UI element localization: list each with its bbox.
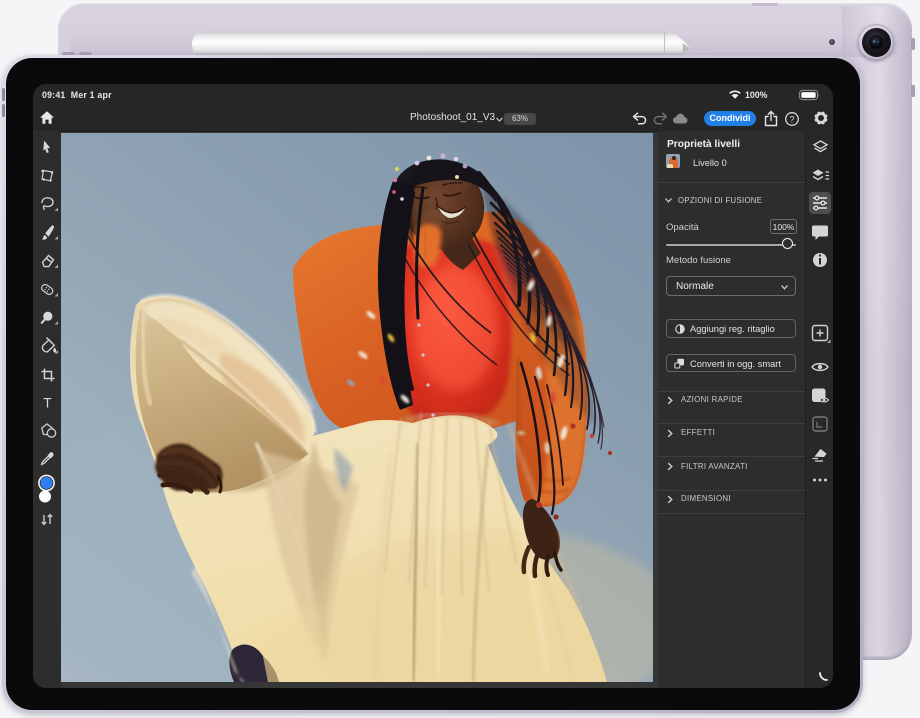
svg-text:?: ? [789, 114, 794, 124]
svg-text:T: T [43, 396, 51, 411]
